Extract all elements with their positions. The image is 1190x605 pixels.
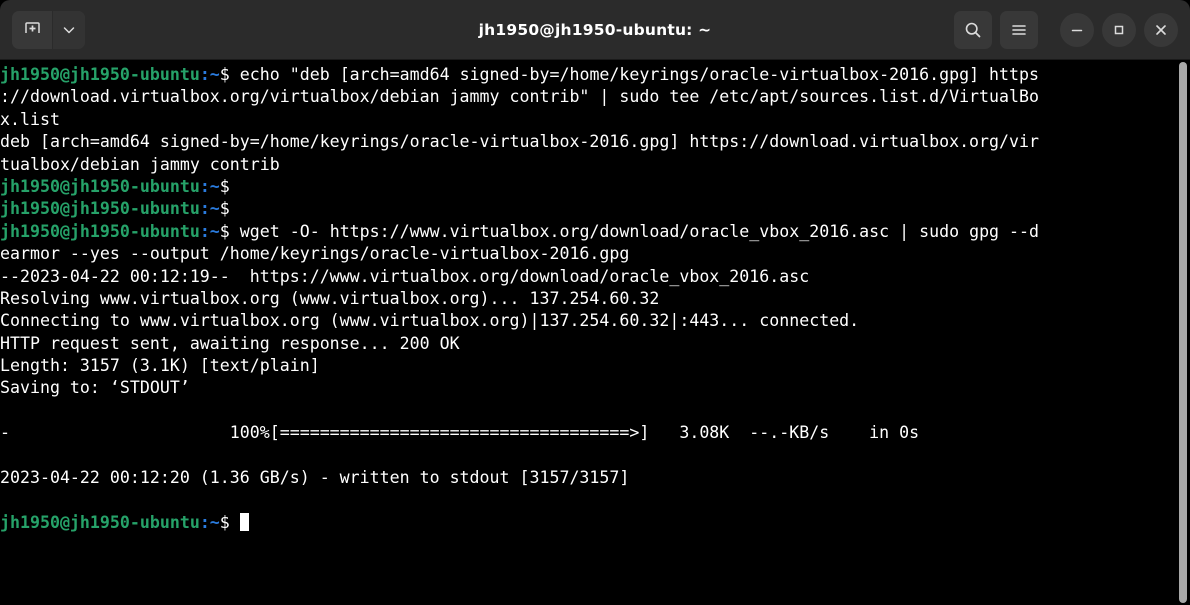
terminal-command xyxy=(230,513,240,532)
hamburger-menu-icon xyxy=(1012,24,1026,35)
terminal-command: echo "deb [arch=amd64 signed-by=/home/ke… xyxy=(229,65,1040,84)
maximize-button[interactable] xyxy=(1102,12,1136,47)
terminal-output-text: ://download.virtualbox.org/virtualbox/de… xyxy=(0,87,1039,107)
terminal-output-line: ://download.virtualbox.org/virtualbox/de… xyxy=(0,86,1039,108)
terminal-output-text: deb [arch=amd64 signed-by=/home/keyrings… xyxy=(0,132,1039,152)
terminal-prompt-line: jh1950@jh1950-ubuntu:~$ xyxy=(0,198,1039,220)
prompt-user-host: jh1950@jh1950-ubuntu xyxy=(0,512,200,532)
titlebar-left-controls xyxy=(12,10,85,49)
terminal-output-line: Connecting to www.virtualbox.org (www.vi… xyxy=(0,310,1039,332)
terminal-output-text: tualbox/debian jammy contrib xyxy=(0,154,280,174)
terminal-output-text: Resolving www.virtualbox.org (www.virtua… xyxy=(0,288,660,308)
prompt-sigil: $ xyxy=(219,176,230,196)
prompt-path: :~ xyxy=(199,65,220,84)
search-icon xyxy=(965,22,981,37)
terminal-prompt-line: jh1950@jh1950-ubuntu:~$ wget -O- https:/… xyxy=(0,221,1039,243)
terminal-output-line: - 100%[=================================… xyxy=(0,422,1039,444)
chevron-down-icon xyxy=(63,26,75,33)
terminal-output-text: 2023-04-22 00:12:20 (1.36 GB/s) - writte… xyxy=(0,468,630,488)
prompt-user-host: jh1950@jh1950-ubuntu xyxy=(0,65,200,84)
terminal-output-text: - 100%[=================================… xyxy=(0,423,920,443)
prompt-sigil: $ xyxy=(219,512,230,532)
terminal-scrollbar[interactable] xyxy=(1176,60,1190,605)
prompt-path: :~ xyxy=(199,176,220,196)
terminal-output-line: Length: 3157 (3.1K) [text/plain] xyxy=(0,355,1039,377)
terminal-output-line: deb [arch=amd64 signed-by=/home/keyrings… xyxy=(0,131,1039,153)
prompt-path: :~ xyxy=(199,512,220,532)
maximize-icon xyxy=(1114,25,1124,34)
terminal-output-line: Resolving www.virtualbox.org (www.virtua… xyxy=(0,288,1039,310)
terminal-output-line: x.list xyxy=(0,109,1039,131)
terminal-prompt-line: jh1950@jh1950-ubuntu:~$ xyxy=(0,176,1039,198)
terminal-window: jh1950@jh1950-ubuntu: ~ jh1950@jh1950-ub… xyxy=(0,0,1190,605)
terminal-output-line: --2023-04-22 00:12:19-- https://www.virt… xyxy=(0,266,1039,288)
window-titlebar: jh1950@jh1950-ubuntu: ~ xyxy=(0,0,1190,60)
new-tab-button[interactable] xyxy=(12,11,52,49)
prompt-user-host: jh1950@jh1950-ubuntu xyxy=(0,221,200,241)
close-icon xyxy=(1156,24,1166,35)
terminal-output-line: HTTP request sent, awaiting response... … xyxy=(0,333,1039,355)
prompt-sigil: $ xyxy=(219,199,230,219)
titlebar-right-controls xyxy=(954,10,1178,49)
terminal-output-text: Connecting to www.virtualbox.org (www.vi… xyxy=(0,311,860,331)
terminal-output-text: --2023-04-22 00:12:19-- https://www.virt… xyxy=(0,266,810,286)
prompt-user-host: jh1950@jh1950-ubuntu xyxy=(0,176,200,196)
close-button[interactable] xyxy=(1144,12,1178,47)
terminal-command: wget -O- https://www.virtualbox.org/down… xyxy=(229,221,1040,241)
terminal-prompt-line: jh1950@jh1950-ubuntu:~$ xyxy=(0,512,1039,534)
terminal-output-area[interactable]: jh1950@jh1950-ubuntu:~$ echo "deb [arch=… xyxy=(0,60,1190,605)
terminal-output-text: Length: 3157 (3.1K) [text/plain] xyxy=(0,356,320,376)
prompt-path: :~ xyxy=(199,221,220,241)
scrollbar-thumb[interactable] xyxy=(1179,62,1187,603)
terminal-cursor xyxy=(239,512,250,531)
search-button[interactable] xyxy=(954,10,992,49)
minimize-button[interactable] xyxy=(1060,12,1094,47)
menu-button[interactable] xyxy=(1000,10,1038,49)
terminal-output-line: Saving to: ‘STDOUT’ xyxy=(0,377,1039,399)
minimize-icon xyxy=(1071,29,1083,31)
terminal-text: jh1950@jh1950-ubuntu:~$ echo "deb [arch=… xyxy=(0,64,1039,534)
terminal-output-text: earmor --yes --output /home/keyrings/ora… xyxy=(0,244,630,264)
prompt-sigil: $ xyxy=(219,65,230,84)
new-tab-control-group xyxy=(12,10,85,49)
terminal-output-text: HTTP request sent, awaiting response... … xyxy=(0,333,460,353)
prompt-path: :~ xyxy=(199,199,220,219)
terminal-output-line: 2023-04-22 00:12:20 (1.36 GB/s) - writte… xyxy=(0,467,1039,489)
terminal-output-line: earmor --yes --output /home/keyrings/ora… xyxy=(0,243,1039,265)
terminal-output-text: Saving to: ‘STDOUT’ xyxy=(0,378,190,398)
terminal-prompt-line: jh1950@jh1950-ubuntu:~$ echo "deb [arch=… xyxy=(0,64,1039,86)
terminal-output-text: x.list xyxy=(0,109,60,129)
new-tab-dropdown-button[interactable] xyxy=(52,10,85,49)
new-tab-icon xyxy=(24,22,40,33)
prompt-user-host: jh1950@jh1950-ubuntu xyxy=(0,199,200,219)
terminal-output-line: tualbox/debian jammy contrib xyxy=(0,154,1039,176)
prompt-sigil: $ xyxy=(219,221,230,241)
